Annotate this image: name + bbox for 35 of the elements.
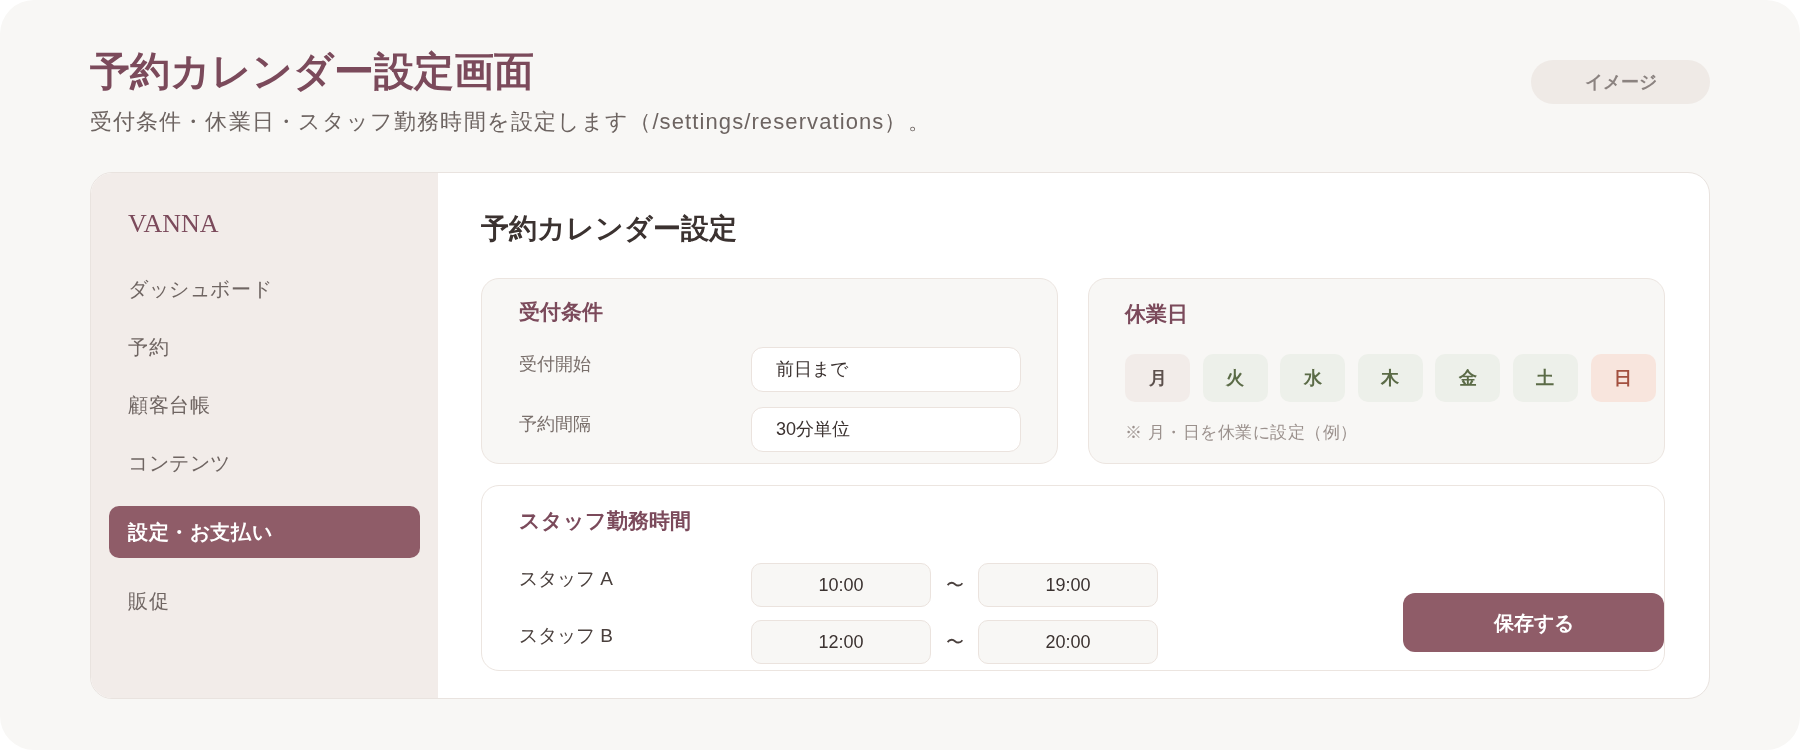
day-toggle[interactable]: 水 xyxy=(1280,354,1346,402)
sidebar-item[interactable]: ダッシュボード xyxy=(109,266,420,312)
page-subtitle: 受付条件・休業日・スタッフ勤務時間を設定します（/settings/reservations）。 xyxy=(90,108,931,136)
day-toggle[interactable]: 月 xyxy=(1125,354,1190,402)
logo: VANNA xyxy=(128,209,219,239)
card-title: 休業日 xyxy=(1125,301,1188,327)
sidebar-item[interactable]: 設定・お支払い xyxy=(109,506,420,558)
save-button[interactable]: 保存する xyxy=(1403,593,1664,652)
sidebar-item[interactable]: 予約 xyxy=(109,324,420,370)
closed-days-note: ※ 月・日を休業に設定（例） xyxy=(1125,422,1358,444)
time-field[interactable]: 12:00 xyxy=(751,620,931,664)
input-field[interactable]: 前日まで xyxy=(751,347,1021,392)
page-title: 予約カレンダー設定画面 xyxy=(90,48,534,96)
card-title: スタッフ勤務時間 xyxy=(519,508,691,534)
image-badge: イメージ xyxy=(1531,60,1710,104)
staff-name: スタッフ A xyxy=(519,567,614,591)
sidebar-item[interactable]: 顧客台帳 xyxy=(109,382,420,428)
card-title: 受付条件 xyxy=(519,299,603,325)
time-field[interactable]: 10:00 xyxy=(751,563,931,607)
day-toggle[interactable]: 日 xyxy=(1590,354,1656,402)
day-toggle[interactable]: 木 xyxy=(1357,354,1423,402)
time-field[interactable]: 20:00 xyxy=(978,620,1158,664)
section-title: 予約カレンダー設定 xyxy=(481,212,737,246)
sidebar-item[interactable]: コンテンツ xyxy=(109,440,420,486)
day-toggle[interactable]: 火 xyxy=(1202,354,1268,402)
field-label: 受付開始 xyxy=(519,353,592,376)
range-separator: 〜 xyxy=(944,630,965,654)
sidebar-item[interactable]: 販促 xyxy=(109,578,420,624)
day-toggle[interactable]: 土 xyxy=(1512,354,1578,402)
range-separator: 〜 xyxy=(944,573,965,597)
day-toggle[interactable]: 金 xyxy=(1435,354,1501,402)
field-label: 予約間隔 xyxy=(519,413,592,436)
time-field[interactable]: 19:00 xyxy=(978,563,1158,607)
input-field[interactable]: 30分単位 xyxy=(751,407,1021,452)
staff-name: スタッフ B xyxy=(519,624,614,648)
